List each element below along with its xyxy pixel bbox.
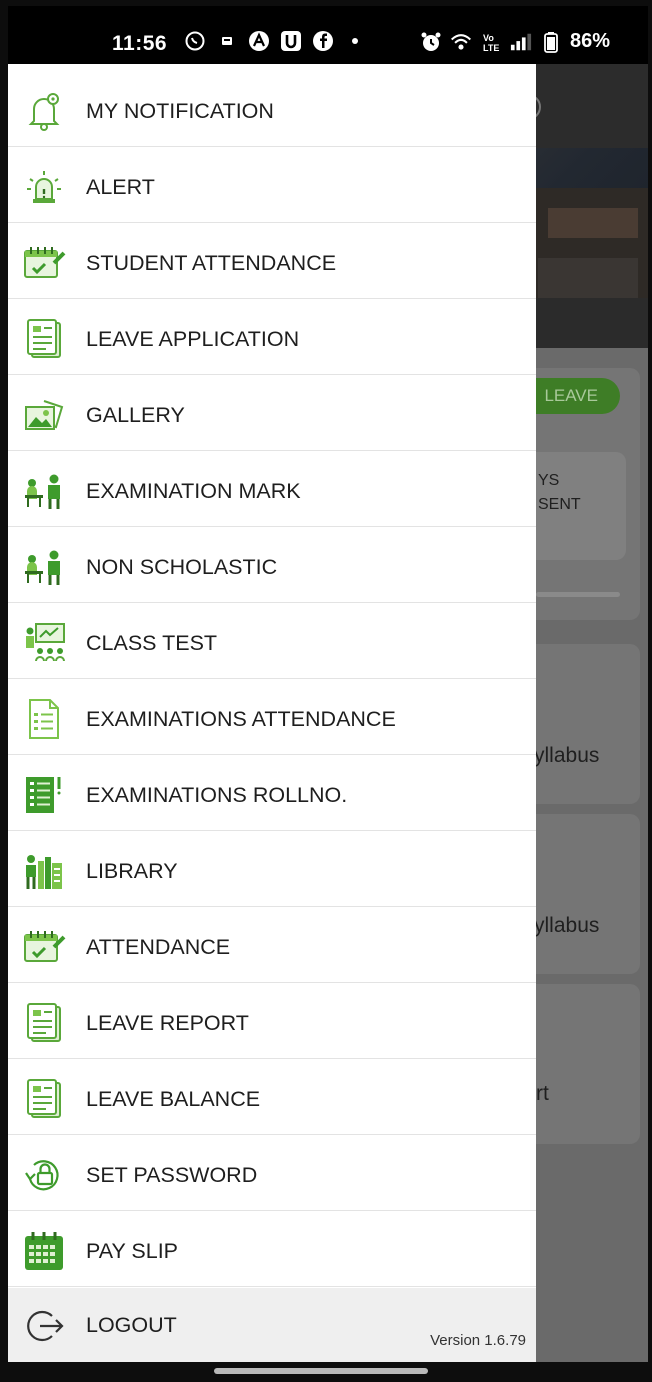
gallery-icon xyxy=(22,393,66,437)
bg-alert-label: rt xyxy=(536,1082,549,1105)
menu-item-label: LIBRARY xyxy=(86,859,178,883)
attendance-icon xyxy=(22,241,66,285)
notification-icon xyxy=(216,30,238,52)
wifi-icon xyxy=(450,31,472,53)
phone-frame: 11:56 Vo LTE 86% LEAVE YS SENT yllabus y… xyxy=(0,0,652,1382)
document-list-icon xyxy=(22,1001,66,1045)
menu-item-leave-application[interactable]: LEAVE APPLICATION xyxy=(8,300,536,375)
home-gesture-bar[interactable] xyxy=(214,1368,428,1374)
menu-item-alert[interactable]: ALERT xyxy=(8,148,536,223)
bg-syllabus-label-1: yllabus xyxy=(534,744,600,767)
roll-list-icon xyxy=(22,773,66,817)
status-bar: 11:56 Vo LTE 86% xyxy=(8,6,648,64)
menu-item-label: STUDENT ATTENDANCE xyxy=(86,251,337,275)
exam-desk-icon xyxy=(22,545,66,589)
battery-icon xyxy=(540,31,562,53)
status-time: 11:56 xyxy=(112,32,168,55)
menu-item-label: CLASS TEST xyxy=(86,631,218,655)
menu-item-class-test[interactable]: CLASS TEST xyxy=(8,604,536,679)
logout-button[interactable]: LOGOUT Version 1.6.79 xyxy=(8,1288,536,1362)
menu-item-label: ATTENDANCE xyxy=(86,935,231,959)
status-right-icons: Vo LTE 86% xyxy=(420,30,610,53)
bg-progress-track xyxy=(536,592,620,597)
menu-item-leave-report[interactable]: LEAVE REPORT xyxy=(8,984,536,1059)
menu-item-label: PAY SLIP xyxy=(86,1239,179,1263)
siren-icon xyxy=(22,165,66,209)
app-version: Version 1.6.79 xyxy=(430,1332,526,1349)
screen: 11:56 Vo LTE 86% LEAVE YS SENT yllabus y… xyxy=(8,6,648,1368)
bell-icon xyxy=(22,89,66,133)
menu-item-gallery[interactable]: GALLERY xyxy=(8,376,536,451)
alarm-icon xyxy=(420,31,442,53)
menu-item-label: NON SCHOLASTIC xyxy=(86,555,278,579)
svg-text:Vo: Vo xyxy=(483,33,494,43)
calendar-icon xyxy=(22,1229,66,1273)
exam-desk-icon xyxy=(22,469,66,513)
menu-item-label: EXAMINATION MARK xyxy=(86,479,301,503)
menu-item-label: EXAMINATIONS ROLLNO. xyxy=(86,783,348,807)
menu-item-examinations-rollno[interactable]: EXAMINATIONS ROLLNO. xyxy=(8,756,536,831)
logout-icon xyxy=(22,1304,66,1348)
menu-item-set-password[interactable]: SET PASSWORD xyxy=(8,1136,536,1211)
library-icon xyxy=(22,849,66,893)
menu-item-pay-slip[interactable]: PAY SLIP xyxy=(8,1212,536,1287)
bg-days-label: YS xyxy=(538,472,560,489)
menu-item-label: ALERT xyxy=(86,175,155,199)
class-presentation-icon xyxy=(22,621,66,665)
menu-item-examination-mark[interactable]: EXAMINATION MARK xyxy=(8,452,536,527)
menu-item-examinations-attendance[interactable]: EXAMINATIONS ATTENDANCE xyxy=(8,680,536,755)
menu-item-my-notification[interactable]: MY NOTIFICATION xyxy=(8,72,536,147)
menu-item-label: LEAVE APPLICATION xyxy=(86,327,300,351)
menu-item-attendance[interactable]: ATTENDANCE xyxy=(8,908,536,983)
dot-icon xyxy=(344,30,366,52)
menu-item-label: EXAMINATIONS ATTENDANCE xyxy=(86,707,396,731)
menu-item-label: LEAVE REPORT xyxy=(86,1011,249,1035)
navigation-drawer: MY NOTIFICATION ALERT STUDENT ATTENDANCE… xyxy=(8,64,536,1362)
facebook-icon xyxy=(312,30,334,52)
menu-item-label: GALLERY xyxy=(86,403,185,427)
lock-refresh-icon xyxy=(22,1153,66,1197)
app-u-icon xyxy=(280,30,302,52)
menu-item-label: MY NOTIFICATION xyxy=(86,99,274,123)
menu-item-non-scholastic[interactable]: NON SCHOLASTIC xyxy=(8,528,536,603)
svg-text:LTE: LTE xyxy=(483,43,499,53)
bg-present-label: SENT xyxy=(538,496,581,513)
menu-item-label: LEAVE BALANCE xyxy=(86,1087,261,1111)
menu-item-label: SET PASSWORD xyxy=(86,1163,258,1187)
document-list-icon xyxy=(22,317,66,361)
whatsapp-icon xyxy=(184,30,206,52)
volte-icon: Vo LTE xyxy=(480,31,502,53)
battery-percent: 86% xyxy=(570,30,611,52)
paper-list-icon xyxy=(22,697,66,741)
menu-item-library[interactable]: LIBRARY xyxy=(8,832,536,907)
menu-item-leave-balance[interactable]: LEAVE BALANCE xyxy=(8,1060,536,1135)
attendance-icon xyxy=(22,925,66,969)
bg-syllabus-label-2: yllabus xyxy=(534,914,600,937)
app-a-icon xyxy=(248,30,270,52)
document-list-icon xyxy=(22,1077,66,1121)
status-left-icons xyxy=(184,30,366,52)
signal-icon xyxy=(510,31,532,53)
logout-label: LOGOUT xyxy=(86,1313,177,1337)
menu-item-student-attendance[interactable]: STUDENT ATTENDANCE xyxy=(8,224,536,299)
